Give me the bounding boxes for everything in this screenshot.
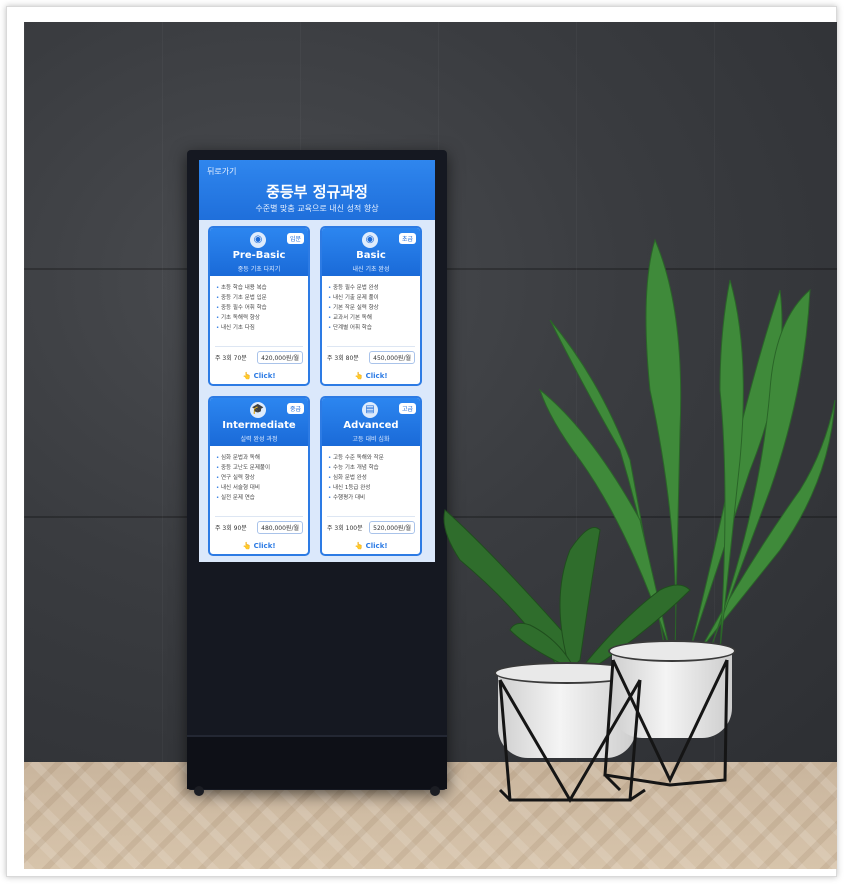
course-card-intermediate[interactable]: 🎓 중급 Intermediate 실력 완성 과정 심화 문법과 독해 중등 … — [208, 396, 310, 556]
feature-item: 실전 문제 연습 — [216, 493, 302, 501]
course-desc: 실력 완성 과정 — [240, 436, 278, 443]
pointer-icon: 👆 — [242, 372, 252, 380]
feature-item: 교과서 기본 독해 — [328, 313, 414, 321]
feature-item: 내신 기초 다짐 — [216, 323, 302, 331]
photo: 뒤로가기 중등부 정규과정 수준별 맞춤 교육으로 내신 성적 향상 ◉ 입문 … — [0, 0, 845, 885]
price-row: 주 3회 90분 480,000원/월 — [215, 516, 303, 534]
course-desc: 내신 기초 완성 — [352, 266, 390, 273]
feature-list: 초등 학습 내용 복습 중등 기초 문법 입문 중등 필수 어휘 학습 기초 독… — [210, 276, 308, 338]
level-badge: 고급 — [398, 403, 416, 414]
potted-plants — [443, 238, 836, 672]
feature-list: 심화 문법과 독해 중등 고난도 문제풀이 연구 실력 향상 내신 서술형 대비… — [210, 446, 308, 508]
level-badge: 입문 — [286, 233, 304, 244]
price: 520,000원/월 — [369, 521, 415, 534]
click-button[interactable]: 👆 Click! — [322, 372, 420, 380]
price: 420,000원/월 — [257, 351, 303, 364]
stand-right — [603, 659, 729, 792]
course-name: Intermediate — [222, 420, 296, 431]
feature-item: 단계별 어휘 학습 — [328, 323, 414, 331]
feature-item: 중등 필수 문법 완성 — [328, 283, 414, 291]
feature-list: 중등 필수 문법 완성 내신 기출 문제 풀이 기본 작문 실력 향상 교과서 … — [322, 276, 420, 338]
feature-list: 고등 수준 독해와 작문 수능 기초 개념 학습 심화 문법 완성 내신 1등급… — [322, 446, 420, 508]
pointer-icon: 👆 — [354, 372, 364, 380]
schedule: 주 3회 90분 — [215, 525, 247, 532]
course-card-basic[interactable]: ◉ 초급 Basic 내신 기초 완성 중등 필수 문법 완성 내신 기출 문제… — [320, 226, 422, 386]
schedule: 주 3회 80분 — [327, 355, 359, 362]
feature-item: 내신 1등급 완성 — [328, 483, 414, 491]
card-header: ▤ 고급 Advanced 고등 대비 심화 — [322, 398, 420, 446]
feature-item: 중등 고난도 문제풀이 — [216, 463, 302, 471]
feature-item: 수능 기초 개념 학습 — [328, 463, 414, 471]
page-subtitle: 수준별 맞춤 교육으로 내신 성적 향상 — [255, 204, 379, 213]
page-title: 중등부 정규과정 — [266, 183, 368, 201]
level-badge: 중급 — [286, 403, 304, 414]
feature-item: 기초 독해력 향상 — [216, 313, 302, 321]
course-name: Pre-Basic — [232, 250, 286, 261]
graduation-cap-icon: 🎓 — [250, 402, 266, 418]
feature-item: 연구 실력 향상 — [216, 473, 302, 481]
course-name: Basic — [356, 250, 386, 261]
feature-item: 중등 필수 어휘 학습 — [216, 303, 302, 311]
card-header: ◉ 초급 Basic 내신 기초 완성 — [322, 228, 420, 276]
click-button[interactable]: 👆 Click! — [210, 542, 308, 550]
click-label: Click! — [253, 542, 276, 550]
course-desc: 고등 대비 심화 — [352, 436, 390, 443]
pointer-icon: 👆 — [242, 542, 252, 550]
price-row: 주 3회 80분 450,000원/월 — [327, 346, 415, 364]
kiosk-screen: 뒤로가기 중등부 정규과정 수준별 맞춤 교육으로 내신 성적 향상 ◉ 입문 … — [199, 160, 435, 562]
schedule: 주 3회 100분 — [327, 525, 363, 532]
stand-left — [498, 679, 646, 803]
schedule: 주 3회 70분 — [215, 355, 247, 362]
price: 450,000원/월 — [369, 351, 415, 364]
kiosk-base — [187, 735, 447, 789]
feature-item: 초등 학습 내용 복습 — [216, 283, 302, 291]
course-name: Advanced — [343, 420, 399, 431]
price-row: 주 3회 100분 520,000원/월 — [327, 516, 415, 534]
pointer-icon: 👆 — [354, 542, 364, 550]
feature-item: 심화 문법 완성 — [328, 473, 414, 481]
back-button[interactable]: 뒤로가기 — [207, 166, 236, 177]
document-icon: ▤ — [362, 402, 378, 418]
feature-item: 중등 기초 문법 입문 — [216, 293, 302, 301]
click-button[interactable]: 👆 Click! — [210, 372, 308, 380]
level-badge: 초급 — [398, 233, 416, 244]
kiosk-wheel — [194, 786, 204, 796]
kiosk-wheel — [430, 786, 440, 796]
screen-header: 뒤로가기 중등부 정규과정 수준별 맞춤 교육으로 내신 성적 향상 — [199, 160, 435, 220]
feature-item: 내신 서술형 대비 — [216, 483, 302, 491]
click-label: Click! — [365, 542, 388, 550]
leaf — [559, 527, 601, 671]
click-label: Click! — [253, 372, 276, 380]
feature-item: 고등 수준 독해와 작문 — [328, 453, 414, 461]
feature-item: 기본 작문 실력 향상 — [328, 303, 414, 311]
course-desc: 중등 기초 다지기 — [237, 266, 281, 273]
feature-item: 심화 문법과 독해 — [216, 453, 302, 461]
card-header: 🎓 중급 Intermediate 실력 완성 과정 — [210, 398, 308, 446]
click-button[interactable]: 👆 Click! — [322, 542, 420, 550]
click-label: Click! — [365, 372, 388, 380]
feature-item: 수행평가 대비 — [328, 493, 414, 501]
course-card-pre-basic[interactable]: ◉ 입문 Pre-Basic 중등 기초 다지기 초등 학습 내용 복습 중등 … — [208, 226, 310, 386]
price: 480,000원/월 — [257, 521, 303, 534]
course-card-advanced[interactable]: ▤ 고급 Advanced 고등 대비 심화 고등 수준 독해와 작문 수능 기… — [320, 396, 422, 556]
price-row: 주 3회 70분 420,000원/월 — [215, 346, 303, 364]
globe-icon: ◉ — [250, 232, 266, 248]
metal-plant-stands — [498, 659, 729, 803]
card-header: ◉ 입문 Pre-Basic 중등 기초 다지기 — [210, 228, 308, 276]
globe-icon: ◉ — [362, 232, 378, 248]
feature-item: 내신 기출 문제 풀이 — [328, 293, 414, 301]
